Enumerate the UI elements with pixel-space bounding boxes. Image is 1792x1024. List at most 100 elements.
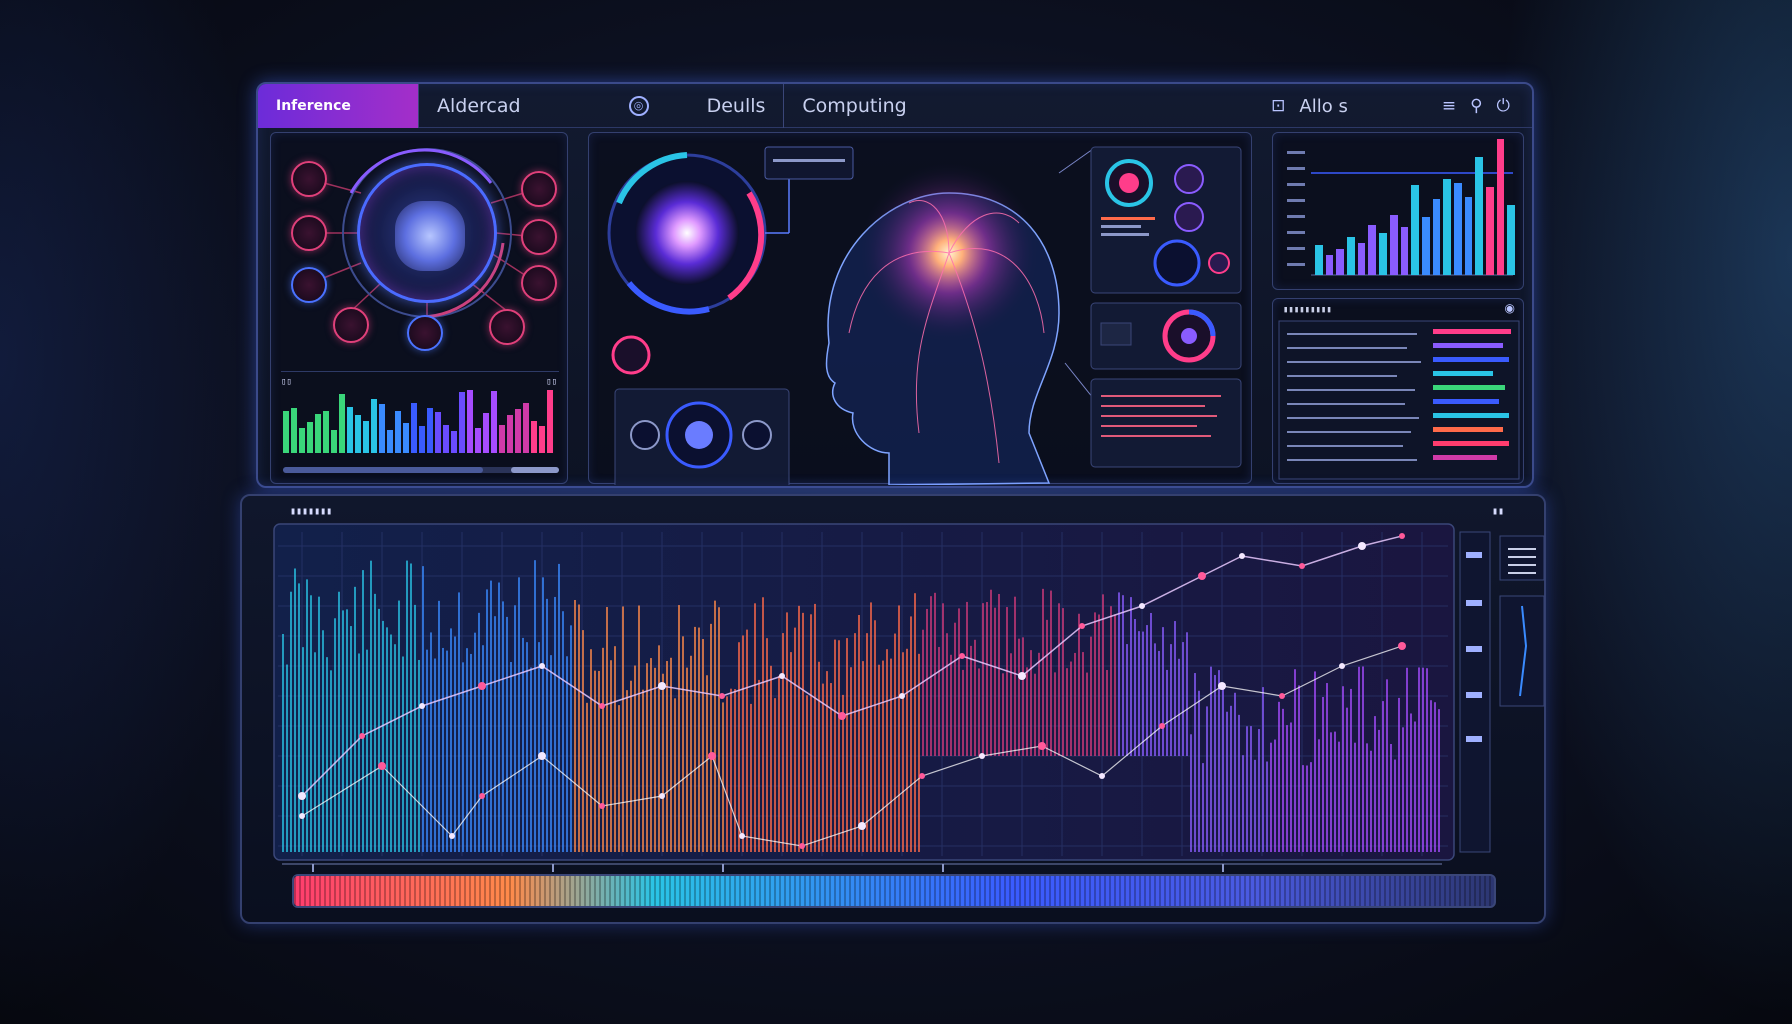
data-point[interactable] [378, 762, 386, 770]
data-point[interactable] [708, 752, 716, 760]
data-point[interactable] [299, 813, 305, 819]
waveform-bar [598, 670, 600, 852]
waveform-bar [910, 616, 912, 852]
network-node[interactable] [291, 267, 327, 303]
data-point[interactable] [419, 703, 425, 709]
waveform-bar [1122, 595, 1124, 756]
data-point[interactable] [449, 833, 455, 839]
target-icon[interactable]: ◎ [628, 95, 649, 116]
waveform-bar [1366, 743, 1368, 852]
waveform-bar [1018, 638, 1020, 756]
waveform-bar [1094, 612, 1096, 756]
data-point[interactable] [599, 703, 605, 709]
data-point[interactable] [1399, 533, 1405, 539]
data-point[interactable] [979, 753, 985, 759]
data-point[interactable] [539, 663, 545, 669]
waveform-bar [714, 600, 716, 852]
data-point[interactable] [359, 733, 365, 739]
power-icon[interactable]: ⏻ [1497, 96, 1510, 116]
waveform-bar [1182, 642, 1184, 756]
data-point[interactable] [1279, 693, 1285, 699]
metric-bar [1464, 197, 1473, 275]
pin-icon[interactable]: ⚲ [1470, 96, 1482, 116]
waveform-bar [1074, 652, 1076, 756]
network-node[interactable] [407, 315, 443, 351]
user-label[interactable]: Allo s [1299, 96, 1347, 117]
data-point[interactable] [1398, 642, 1406, 650]
data-point[interactable] [779, 673, 785, 679]
data-point[interactable] [838, 712, 846, 720]
network-node[interactable] [521, 219, 557, 255]
data-point[interactable] [1299, 563, 1305, 569]
data-point[interactable] [538, 752, 546, 760]
network-node[interactable] [291, 161, 327, 197]
metric-bar [1368, 225, 1377, 275]
waveform-bar [982, 603, 984, 756]
network-node[interactable] [521, 265, 557, 301]
data-point[interactable] [1198, 572, 1206, 580]
menu-icon[interactable]: ≡ [1442, 96, 1456, 116]
waveform-bar [938, 646, 940, 756]
data-point[interactable] [659, 793, 665, 799]
waveform-bar [578, 604, 580, 852]
scrollbar-thumb[interactable] [511, 467, 559, 473]
data-point[interactable] [719, 693, 725, 699]
data-point[interactable] [1159, 723, 1165, 729]
data-point[interactable] [1038, 742, 1046, 750]
spectrum-bar [459, 391, 465, 453]
scrollbar-thumb[interactable] [283, 467, 483, 473]
data-point[interactable] [959, 653, 965, 659]
tab-inference[interactable]: Inference [258, 83, 418, 128]
network-node[interactable] [333, 307, 369, 343]
chat-icon[interactable]: ⊡ [1271, 96, 1285, 116]
data-point[interactable] [1339, 663, 1345, 669]
waveform-bar [434, 658, 436, 852]
waveform-bar [1070, 661, 1072, 756]
data-point[interactable] [899, 693, 905, 699]
data-point[interactable] [1139, 603, 1145, 609]
data-point[interactable] [658, 682, 666, 690]
waveform-bar [466, 648, 468, 852]
waveform-bar [522, 637, 524, 852]
waveform-bar [374, 593, 376, 852]
waveform-bar [354, 586, 356, 852]
network-node[interactable] [489, 309, 525, 345]
data-point[interactable] [1239, 553, 1245, 559]
waveform-bar [314, 652, 316, 852]
waveform-bar [738, 642, 740, 852]
data-point[interactable] [478, 682, 486, 690]
brain-hub[interactable] [357, 163, 497, 303]
waveform-bar [1414, 721, 1416, 852]
waveform-bar [602, 647, 604, 852]
tab-aldercad[interactable]: Aldercad [419, 84, 539, 128]
waveform-bar [550, 655, 552, 852]
timeline-scrubber[interactable] [292, 874, 1496, 908]
waveform-bar [1222, 686, 1224, 852]
data-point[interactable] [1218, 682, 1226, 690]
waveform-bar [794, 627, 796, 852]
waveform-bar [726, 696, 728, 852]
data-point[interactable] [479, 793, 485, 799]
data-point[interactable] [1018, 672, 1026, 680]
waveform-bar [1194, 673, 1196, 852]
network-node[interactable] [521, 171, 557, 207]
network-node[interactable] [291, 215, 327, 251]
spectrum-bar [339, 394, 345, 453]
data-point[interactable] [1099, 773, 1105, 779]
tab-computing[interactable]: Computing [784, 84, 924, 128]
spectrum-bar [539, 425, 545, 453]
waveform-bar [1342, 686, 1344, 852]
data-point[interactable] [298, 792, 306, 800]
tab-deulls[interactable]: Deulls [689, 84, 784, 128]
data-point[interactable] [739, 833, 745, 839]
data-point[interactable] [1079, 623, 1085, 629]
spectrum-bar [427, 408, 433, 453]
data-point[interactable] [919, 773, 925, 779]
data-point[interactable] [1358, 542, 1366, 550]
data-point[interactable] [599, 803, 605, 809]
waveform-bar [846, 638, 848, 852]
data-point[interactable] [799, 843, 805, 849]
waveform-bar [1254, 759, 1256, 852]
data-point[interactable] [858, 822, 866, 830]
waveform-bar [322, 630, 324, 852]
